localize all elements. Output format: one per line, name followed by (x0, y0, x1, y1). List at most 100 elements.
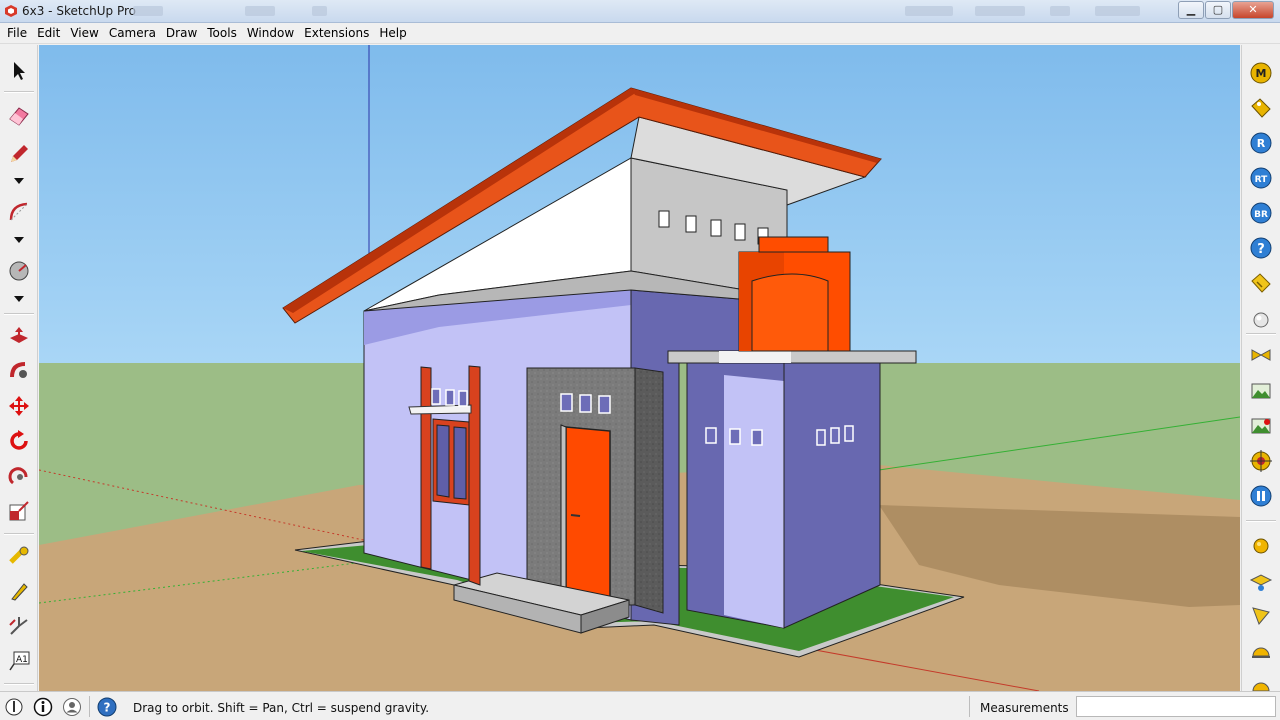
door-handle (570, 514, 581, 517)
water-tank-lid (758, 236, 829, 253)
paint-bucket-icon[interactable] (6, 578, 32, 604)
scale-icon[interactable] (6, 498, 32, 524)
window-controls: ▁ ▢ ✕ (1177, 1, 1274, 19)
pause-icon[interactable] (1248, 483, 1274, 509)
window-title: 6x3 - SketchUp Pro (22, 4, 137, 18)
chevron-down-icon[interactable] (6, 292, 32, 306)
door-frame (560, 424, 567, 594)
ribbon-ghost-icon (1095, 6, 1140, 16)
arc-icon[interactable] (6, 199, 32, 225)
annex-side-wall (783, 362, 881, 629)
svg-text:R: R (1257, 137, 1266, 150)
axes-icon[interactable] (6, 613, 32, 639)
menu-extensions[interactable]: Extensions (299, 23, 374, 44)
sketchup-app-icon[interactable] (3, 3, 19, 19)
status-divider (969, 696, 970, 717)
rotate-icon[interactable] (6, 428, 32, 454)
menu-bar: File Edit View Camera Draw Tools Window … (0, 23, 1280, 44)
section-plane-icon[interactable] (1248, 568, 1274, 594)
status-bar: ? Drag to orbit. Shift = Pan, Ctrl = sus… (0, 691, 1280, 720)
sphere-icon[interactable] (1248, 307, 1274, 333)
annex-roof-slab (667, 350, 917, 364)
entrance-column-side (634, 367, 664, 614)
text-icon[interactable]: A1 (6, 648, 32, 674)
menu-view[interactable]: View (65, 23, 103, 44)
water-tank-band (751, 273, 829, 352)
landscape-red-icon[interactable] (1248, 413, 1274, 439)
side-window-glass-right (453, 426, 467, 500)
front-door (565, 426, 611, 598)
window-vents (431, 388, 468, 407)
entrance-vents (560, 393, 611, 414)
svg-text:M: M (1256, 67, 1267, 80)
left-toolbar: A1 (0, 45, 38, 691)
toolbar-separator (4, 313, 34, 315)
helmet-icon[interactable] (1248, 638, 1274, 664)
select-icon[interactable] (6, 58, 32, 84)
ribbon-ghost-icon (1050, 6, 1070, 16)
menu-draw[interactable]: Draw (161, 23, 202, 44)
annex-front-light (724, 375, 784, 628)
m-extension-icon[interactable]: M (1248, 60, 1274, 86)
user-account-icon[interactable] (62, 697, 82, 717)
protractor-icon[interactable] (6, 258, 32, 284)
rt-extension-icon[interactable]: RT (1248, 165, 1274, 191)
toolbar-separator (4, 91, 34, 93)
help-extension-icon[interactable]: ? (1248, 235, 1274, 261)
menu-edit[interactable]: Edit (32, 23, 65, 44)
title-bar: 6x3 - SketchUp Pro ▁ ▢ ✕ (0, 0, 1280, 23)
svg-text:?: ? (1257, 242, 1265, 257)
bowtie-icon[interactable] (1248, 342, 1274, 368)
eraser-icon[interactable] (6, 103, 32, 129)
model-viewport[interactable] (39, 45, 1240, 691)
quick-access-icon (312, 6, 327, 16)
pencil-icon[interactable] (6, 141, 32, 167)
svg-text:RT: RT (1255, 175, 1269, 185)
svg-text:BR: BR (1254, 210, 1268, 220)
tag-gold-icon[interactable] (1248, 95, 1274, 121)
push-pull-icon[interactable] (6, 323, 32, 349)
toolbar-separator (4, 683, 34, 685)
close-button[interactable]: ✕ (1232, 1, 1274, 19)
flag-icon[interactable] (1248, 603, 1274, 629)
credits-icon[interactable] (33, 697, 53, 717)
move-icon[interactable] (6, 393, 32, 419)
maximize-button[interactable]: ▢ (1205, 1, 1231, 19)
tape-measure-icon[interactable] (6, 543, 32, 569)
annex-roof-slab-top (719, 351, 791, 363)
minimize-button[interactable]: ▁ (1178, 1, 1204, 19)
geo-location-icon[interactable] (4, 697, 24, 717)
toolbar-separator (1246, 520, 1276, 522)
landscape-icon[interactable] (1248, 378, 1274, 404)
ribbon-ghost-icon (975, 6, 1025, 16)
menu-help[interactable]: Help (374, 23, 411, 44)
menu-tools[interactable]: Tools (202, 23, 242, 44)
quick-access-icon (133, 6, 163, 16)
chevron-down-icon[interactable] (6, 233, 32, 247)
svg-text:A1: A1 (16, 655, 28, 665)
scene-canvas (39, 45, 1240, 691)
right-toolbar: M R RT BR ? (1241, 45, 1280, 692)
toolbar-separator (1246, 333, 1276, 335)
measurements-input[interactable] (1076, 696, 1276, 717)
toolbar-separator (4, 533, 34, 535)
menu-camera[interactable]: Camera (104, 23, 161, 44)
menu-window[interactable]: Window (242, 23, 299, 44)
menu-file[interactable]: File (2, 23, 32, 44)
chevron-down-icon[interactable] (6, 174, 32, 188)
porch-post-left (420, 366, 432, 570)
r-extension-icon[interactable]: R (1248, 130, 1274, 156)
br-extension-icon[interactable]: BR (1248, 200, 1274, 226)
ribbon-ghost-icon (905, 6, 953, 16)
status-hint: Drag to orbit. Shift = Pan, Ctrl = suspe… (133, 701, 430, 715)
porch-post-right (468, 365, 481, 586)
measurements-label: Measurements (980, 701, 1069, 715)
instructor-help-icon[interactable]: ? (97, 697, 117, 717)
gold-ball-icon[interactable] (1248, 533, 1274, 559)
target-icon[interactable] (1248, 448, 1274, 474)
quick-access-icon (245, 6, 275, 16)
offset-icon[interactable] (6, 463, 32, 489)
svg-text:?: ? (104, 701, 111, 715)
follow-me-icon[interactable] (6, 358, 32, 384)
tag-yellow-icon[interactable] (1248, 270, 1274, 296)
